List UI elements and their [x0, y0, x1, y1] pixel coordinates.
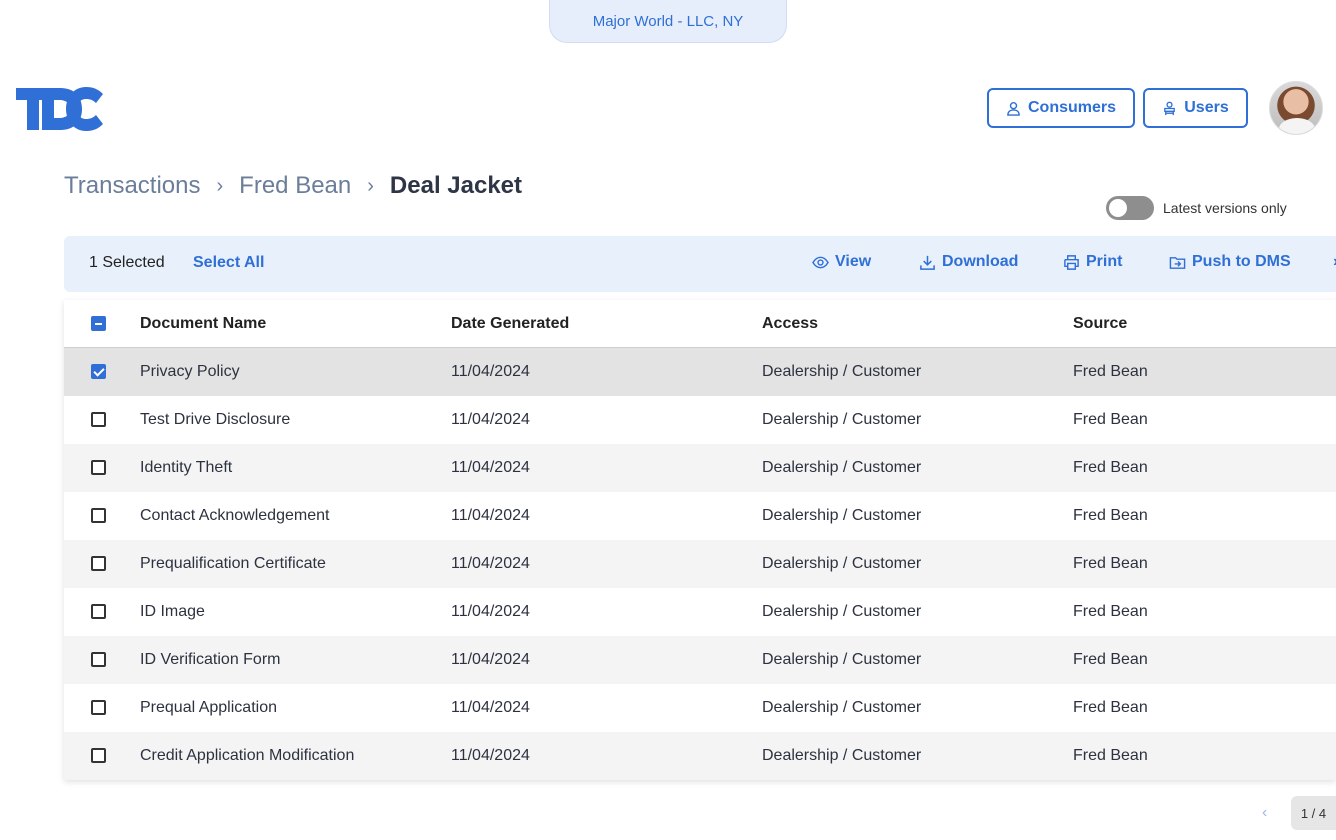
consumers-button[interactable]: Consumers [987, 88, 1135, 128]
printer-icon [1064, 254, 1079, 270]
source-cell: Fred Bean [1073, 507, 1148, 524]
table-row[interactable]: Contact Acknowledgement 11/04/2024 Dealers… [64, 492, 1336, 540]
table-row[interactable]: Prequalification Certificate 11/04/2024 De… [64, 540, 1336, 588]
access-cell: Dealership / Customer [762, 651, 922, 668]
access-cell: Dealership / Customer [762, 555, 922, 572]
table-row[interactable]: ID Verification Form 11/04/2024 Dealership… [64, 636, 1336, 684]
date-generated-cell: 11/04/2024 [451, 603, 530, 620]
source-cell: Fred Bean [1073, 411, 1148, 428]
date-generated-cell: 11/04/2024 [451, 651, 530, 668]
previous-page-button[interactable]: ‹ [1262, 804, 1267, 822]
user-avatar[interactable] [1269, 81, 1323, 135]
latest-versions-label: Latest versions only [1163, 200, 1287, 216]
document-name-cell: Prequal Application [140, 699, 277, 716]
row-checkbox[interactable] [91, 700, 106, 715]
users-icon [1164, 101, 1176, 115]
download-button[interactable]: Download [919, 253, 1018, 271]
date-generated-cell: 11/04/2024 [451, 459, 530, 476]
table-row[interactable]: Prequal Application 11/04/2024 Dealership … [64, 684, 1336, 732]
date-generated-cell: 11/04/2024 [451, 747, 530, 764]
column-header-access[interactable]: Access [762, 315, 818, 333]
page-indicator-label: 1 / 4 [1300, 805, 1327, 821]
print-button[interactable]: Print [1063, 253, 1122, 271]
download-label: Download [942, 253, 1019, 270]
table-row[interactable]: Identity Theft 11/04/2024 Dealership / Cus… [64, 444, 1336, 492]
tdc-logo[interactable] [16, 86, 106, 132]
access-cell: Dealership / Customer [762, 363, 922, 380]
source-cell: Fred Bean [1073, 747, 1148, 764]
date-generated-cell: 11/04/2024 [451, 363, 530, 380]
document-name-cell: Privacy Policy [140, 363, 240, 380]
row-checkbox[interactable] [91, 460, 106, 475]
date-generated-cell: 11/04/2024 [451, 699, 530, 716]
documents-table: Document Name Date Generated Access Sour… [64, 300, 1336, 780]
organization-name: Major World - LLC, NY [592, 12, 744, 30]
row-checkbox[interactable] [91, 364, 106, 379]
access-cell: Dealership / Customer [762, 459, 922, 476]
table-header-row: Document Name Date Generated Access Sour… [64, 300, 1336, 348]
eye-icon [812, 256, 829, 268]
print-label: Print [1086, 253, 1123, 270]
breadcrumb-transactions[interactable]: Transactions [64, 172, 201, 200]
breadcrumb-separator: › [367, 174, 374, 197]
row-checkbox[interactable] [91, 604, 106, 619]
document-name-cell: Contact Acknowledgement [140, 507, 330, 524]
access-cell: Dealership / Customer [762, 507, 922, 524]
date-generated-cell: 11/04/2024 [451, 411, 530, 428]
latest-versions-toggle[interactable] [1106, 196, 1154, 220]
select-all-button[interactable]: Select All [193, 254, 264, 272]
column-header-document-name[interactable]: Document Name [140, 315, 266, 333]
column-header-source[interactable]: Source [1073, 315, 1127, 333]
view-button[interactable]: View [812, 253, 871, 271]
page-indicator: 1 / 4 [1291, 796, 1336, 830]
row-checkbox[interactable] [91, 652, 106, 667]
access-cell: Dealership / Customer [762, 603, 922, 620]
push-to-dms-button[interactable]: Push to DMS [1169, 253, 1291, 271]
date-generated-cell: 11/04/2024 [451, 555, 530, 572]
breadcrumb-consumer[interactable]: Fred Bean [239, 172, 351, 200]
document-name-cell: Test Drive Disclosure [140, 411, 291, 428]
source-cell: Fred Bean [1073, 363, 1148, 380]
select-all-checkbox[interactable] [91, 316, 106, 331]
organization-tab[interactable]: Major World - LLC, NY [549, 0, 787, 43]
access-cell: Dealership / Customer [762, 699, 922, 716]
row-checkbox[interactable] [91, 556, 106, 571]
folder-upload-icon [1169, 256, 1186, 269]
view-label: View [835, 253, 872, 270]
document-name-cell: Identity Theft [140, 459, 233, 476]
source-cell: Fred Bean [1073, 603, 1148, 620]
access-cell: Dealership / Customer [762, 411, 922, 428]
table-row[interactable]: Credit Application Modification 11/04/202… [64, 732, 1336, 780]
source-cell: Fred Bean [1073, 459, 1148, 476]
row-checkbox[interactable] [91, 508, 106, 523]
consumers-label: Consumers [1027, 99, 1117, 116]
source-cell: Fred Bean [1073, 699, 1148, 716]
document-name-cell: ID Verification Form [140, 651, 281, 668]
person-icon [1007, 101, 1020, 116]
access-cell: Dealership / Customer [762, 747, 922, 764]
document-name-cell: Credit Application Modification [140, 747, 355, 764]
breadcrumb-separator: › [216, 174, 224, 197]
users-button[interactable]: Users [1143, 88, 1248, 128]
table-row[interactable]: ID Image 11/04/2024 Dealership / Customer F… [64, 588, 1336, 636]
download-icon [920, 255, 935, 270]
row-checkbox[interactable] [91, 748, 106, 763]
table-row[interactable]: Privacy Policy 11/04/2024 Dealership / Cus… [64, 348, 1336, 396]
document-name-cell: Prequalification Certificate [140, 555, 326, 572]
page-title: Deal Jacket [389, 172, 523, 199]
latest-versions-filter: Latest versions only [1106, 196, 1287, 220]
column-header-date-generated[interactable]: Date Generated [451, 315, 569, 333]
users-label: Users [1184, 99, 1229, 116]
selected-count: 1 Selected [89, 254, 165, 271]
document-name-cell: ID Image [140, 603, 205, 620]
date-generated-cell: 11/04/2024 [451, 507, 530, 524]
source-cell: Fred Bean [1073, 651, 1148, 668]
source-cell: Fred Bean [1073, 555, 1148, 572]
push-to-dms-label: Push to DMS [1192, 253, 1291, 270]
breadcrumb: Transactions › Fred Bean › Deal Jacket [64, 172, 522, 200]
table-row[interactable]: Test Drive Disclosure 11/04/2024 Dealershi… [64, 396, 1336, 444]
row-checkbox[interactable] [91, 412, 106, 427]
selection-toolbar: 1 Selected Select All View Download Prin… [64, 236, 1336, 292]
